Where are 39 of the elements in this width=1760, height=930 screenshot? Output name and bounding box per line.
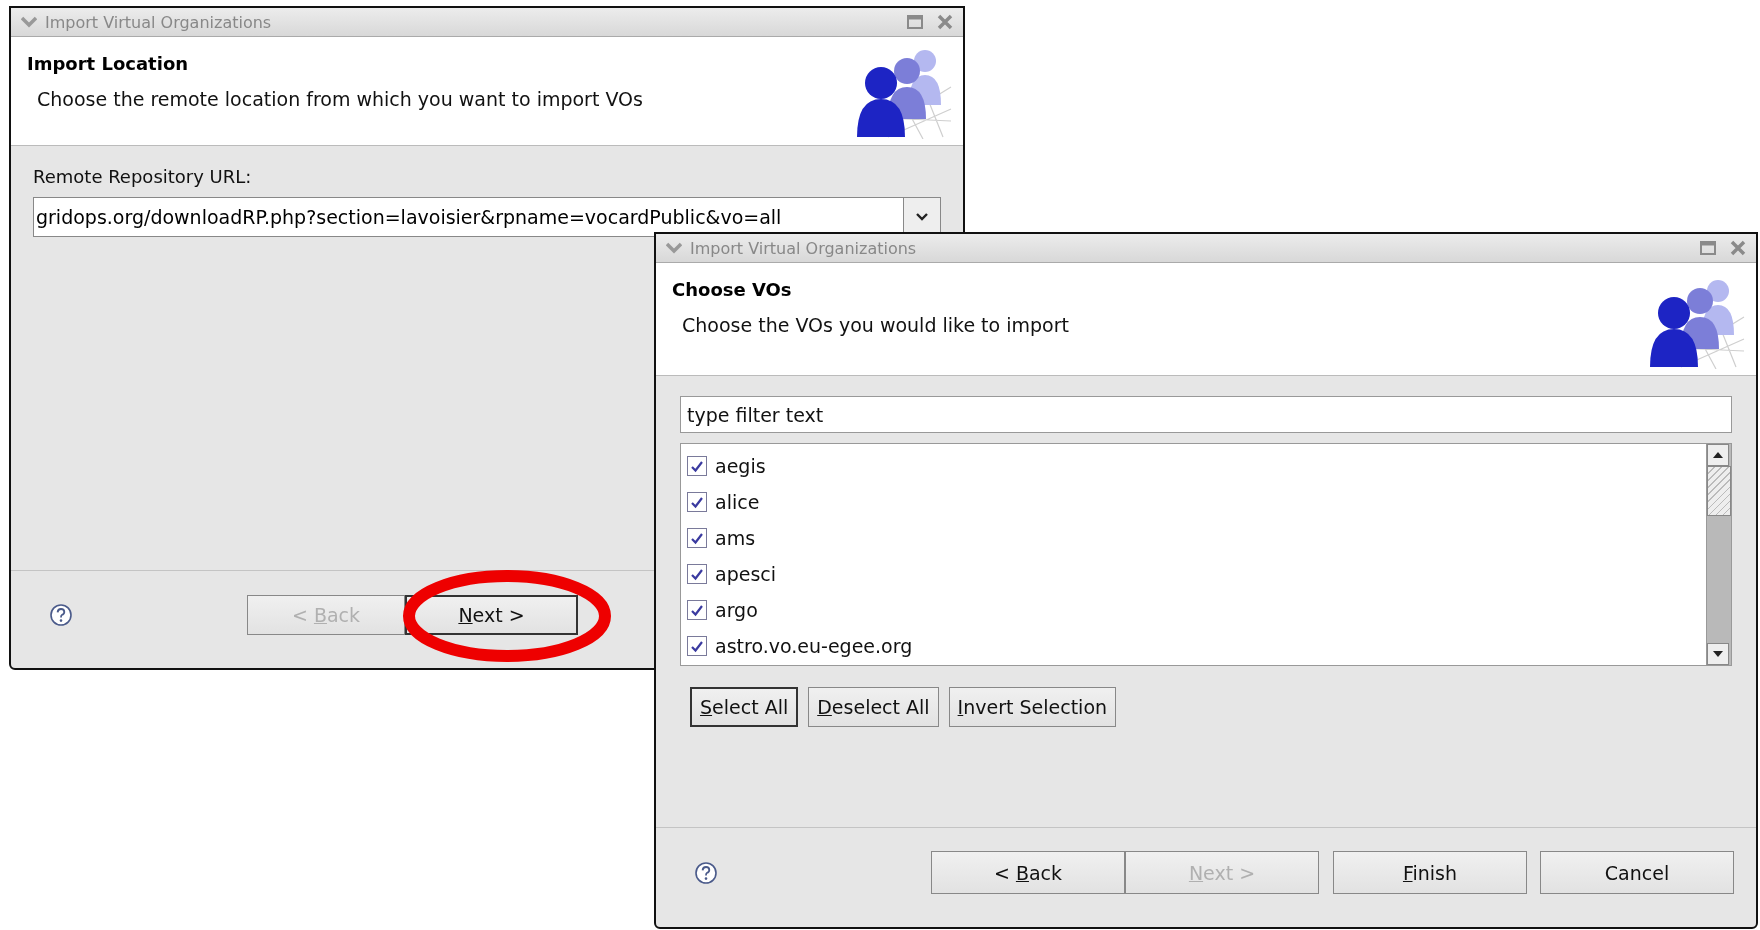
scrollbar[interactable] (1706, 444, 1731, 665)
checkbox[interactable] (687, 528, 707, 548)
close-icon[interactable] (1730, 240, 1746, 256)
url-combo-box[interactable]: gridops.org/downloadRP.php?section=lavoisier&rpname=vocardPublic&vo=all (33, 197, 941, 237)
maximize-icon[interactable] (1700, 241, 1716, 255)
wizard-button[interactable]: < Back (931, 851, 1125, 894)
close-icon[interactable] (937, 14, 953, 30)
wizard-button[interactable]: Next > (405, 594, 578, 635)
help-icon[interactable] (694, 860, 718, 885)
window-title: Import Virtual Organizations (690, 238, 918, 258)
page-description: Choose the VOs you would like to import (681, 314, 1069, 336)
list-item-label[interactable]: argo (715, 599, 758, 621)
scroll-down-icon[interactable] (1707, 643, 1729, 665)
window-title: Import Virtual Organizations (45, 12, 273, 32)
checkbox[interactable] (687, 564, 707, 584)
checkbox[interactable] (687, 492, 707, 512)
list-item-label[interactable]: alice (715, 491, 760, 513)
page-heading: Choose VOs (672, 279, 793, 300)
field-label: Remote Repository URL: (33, 166, 253, 187)
checkbox[interactable] (687, 636, 707, 656)
scroll-up-icon[interactable] (1707, 444, 1729, 466)
page-heading: Import Location (27, 53, 190, 74)
selection-button[interactable]: Select All (690, 687, 799, 727)
list-item-label[interactable]: aegis (715, 455, 766, 477)
chevron-down-icon[interactable] (916, 213, 928, 221)
list-item-label[interactable]: ams (715, 527, 756, 549)
checkbox[interactable] (687, 600, 707, 620)
selection-button[interactable]: Deselect All (808, 687, 939, 727)
wizard-button[interactable]: Cancel (1540, 851, 1734, 894)
wizard-button[interactable]: Finish (1333, 851, 1527, 894)
page-description: Choose the remote location from which you want to import VOs (36, 88, 643, 110)
help-icon[interactable] (49, 602, 73, 627)
maximize-icon[interactable] (907, 15, 923, 29)
filter-field[interactable]: type filter text (680, 396, 1732, 433)
checkbox[interactable] (687, 456, 707, 476)
list-item-label[interactable]: astro.vo.eu-egee.org (715, 635, 913, 657)
selection-button[interactable]: Invert Selection (948, 687, 1117, 727)
list-item-label[interactable]: apesci (715, 563, 777, 585)
scroll-thumb[interactable] (1707, 466, 1731, 516)
